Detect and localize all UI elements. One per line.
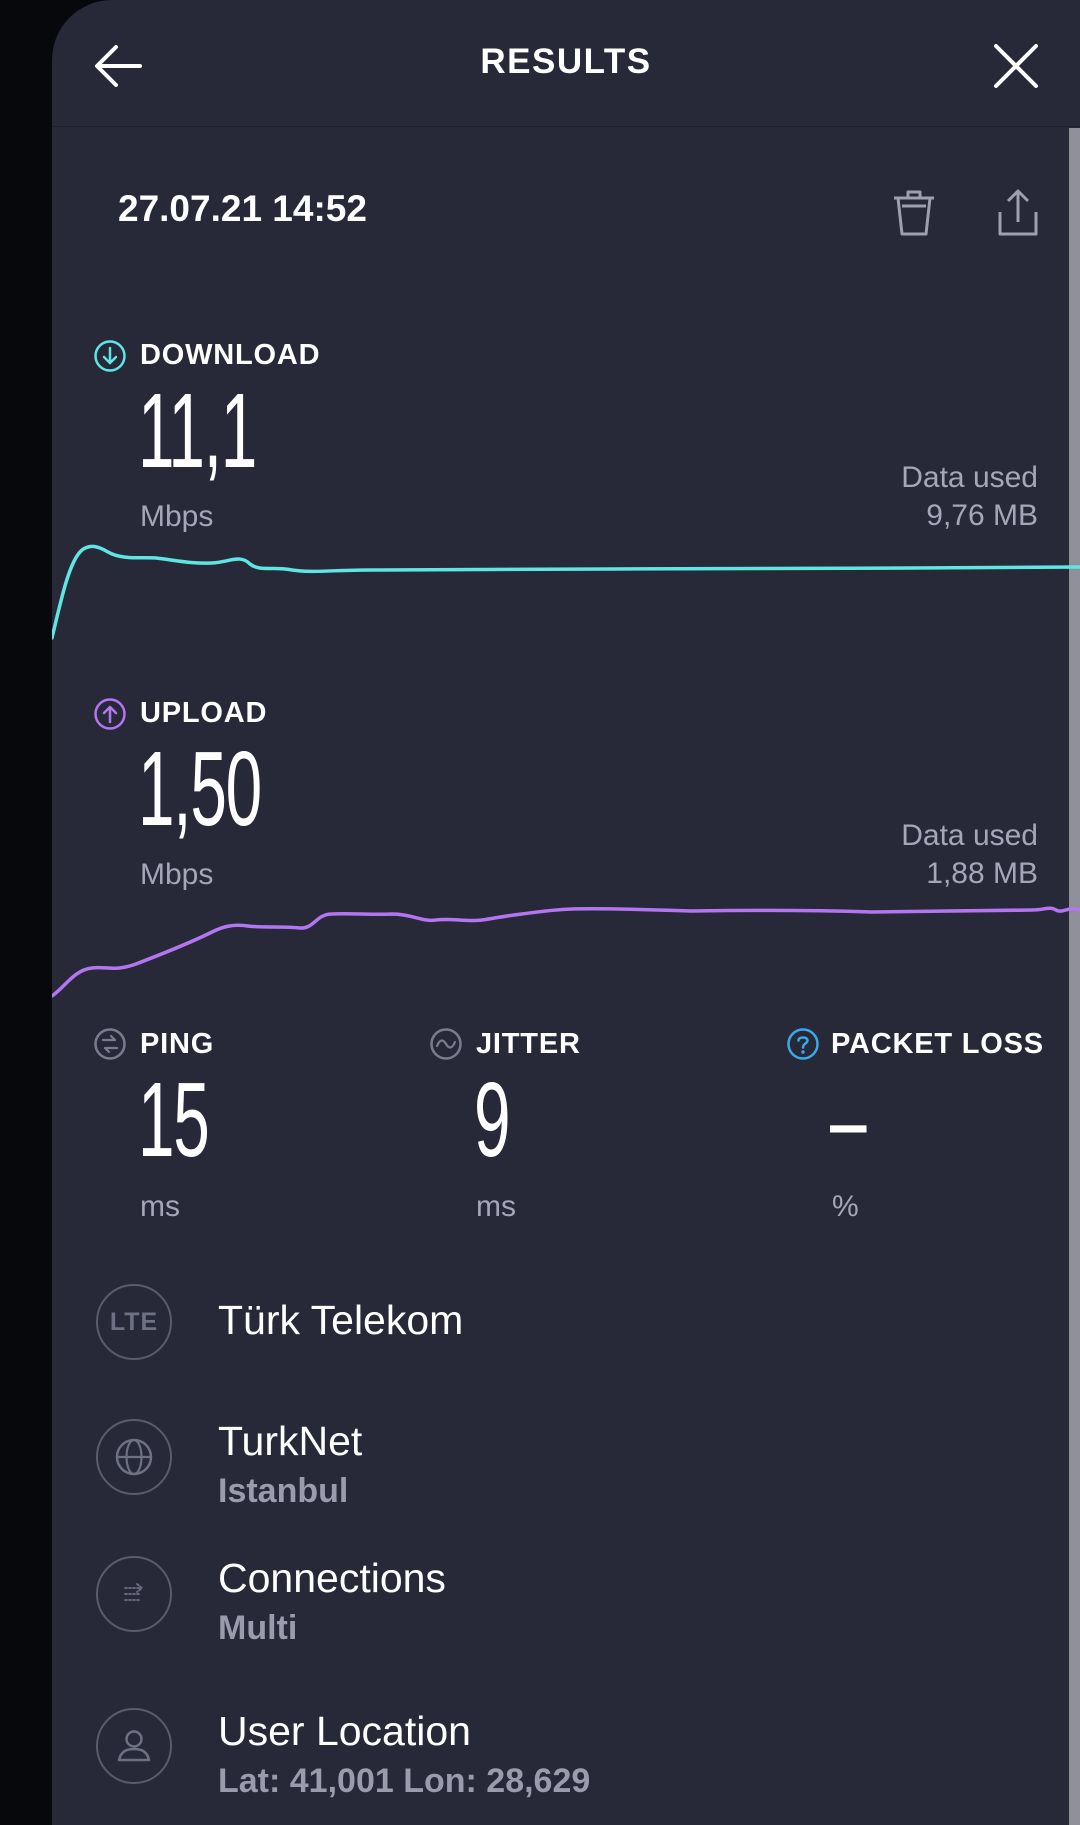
ping-label: PING: [140, 1028, 215, 1060]
upload-data-used-label: Data used: [901, 819, 1038, 852]
close-icon: [994, 44, 1038, 88]
user-location-coordinates: Lat: 41,001 Lon: 28,629: [218, 1762, 591, 1800]
jitter-label: JITTER: [476, 1028, 581, 1060]
globe-icon: [96, 1419, 172, 1495]
server-location: Istanbul: [218, 1472, 349, 1510]
connections-title: Connections: [218, 1555, 446, 1601]
jitter-icon: [430, 1028, 462, 1060]
ping-unit: ms: [140, 1190, 180, 1223]
results-panel: RESULTS 27.07.21 14:52 DOWNLOAD 11,1 Mbp…: [52, 0, 1080, 1825]
ping-value: 15: [138, 1061, 210, 1179]
connections-mode: Multi: [218, 1609, 298, 1647]
user-location-title: User Location: [218, 1708, 471, 1754]
user-location-icon: [96, 1708, 172, 1784]
jitter-unit: ms: [476, 1190, 516, 1223]
packet-loss-label: PACKET LOSS: [831, 1028, 1044, 1060]
packet-loss-unit: %: [832, 1190, 859, 1223]
download-label: DOWNLOAD: [140, 339, 321, 371]
help-icon[interactable]: [786, 1027, 820, 1061]
upload-label: UPLOAD: [140, 697, 268, 729]
carrier-icon: LTE: [96, 1284, 172, 1360]
ping-icon: [94, 1028, 126, 1060]
packet-loss-value: –: [830, 1061, 867, 1179]
trash-icon: [894, 190, 934, 236]
download-speed-graph: [52, 544, 1080, 640]
delete-button[interactable]: [886, 186, 942, 242]
download-value: 11,1: [138, 372, 257, 490]
lte-badge: LTE: [109, 1307, 159, 1336]
download-data-used-label: Data used: [901, 461, 1038, 494]
connections-icon: [96, 1556, 172, 1632]
upload-icon: [94, 698, 126, 730]
share-icon: [998, 189, 1038, 236]
jitter-value: 9: [474, 1061, 511, 1179]
download-data-used-value: 9,76 MB: [926, 499, 1038, 532]
share-button[interactable]: [990, 186, 1046, 242]
close-button[interactable]: [986, 36, 1046, 96]
upload-value: 1,50: [138, 730, 262, 848]
result-timestamp: 27.07.21 14:52: [118, 188, 367, 229]
header: RESULTS: [52, 0, 1080, 127]
page-title: RESULTS: [480, 42, 652, 81]
server-name: TurkNet: [218, 1418, 363, 1464]
carrier-name: Türk Telekom: [218, 1297, 464, 1343]
download-icon: [94, 340, 126, 372]
upload-speed-graph: [52, 906, 1080, 998]
download-unit: Mbps: [140, 500, 214, 533]
